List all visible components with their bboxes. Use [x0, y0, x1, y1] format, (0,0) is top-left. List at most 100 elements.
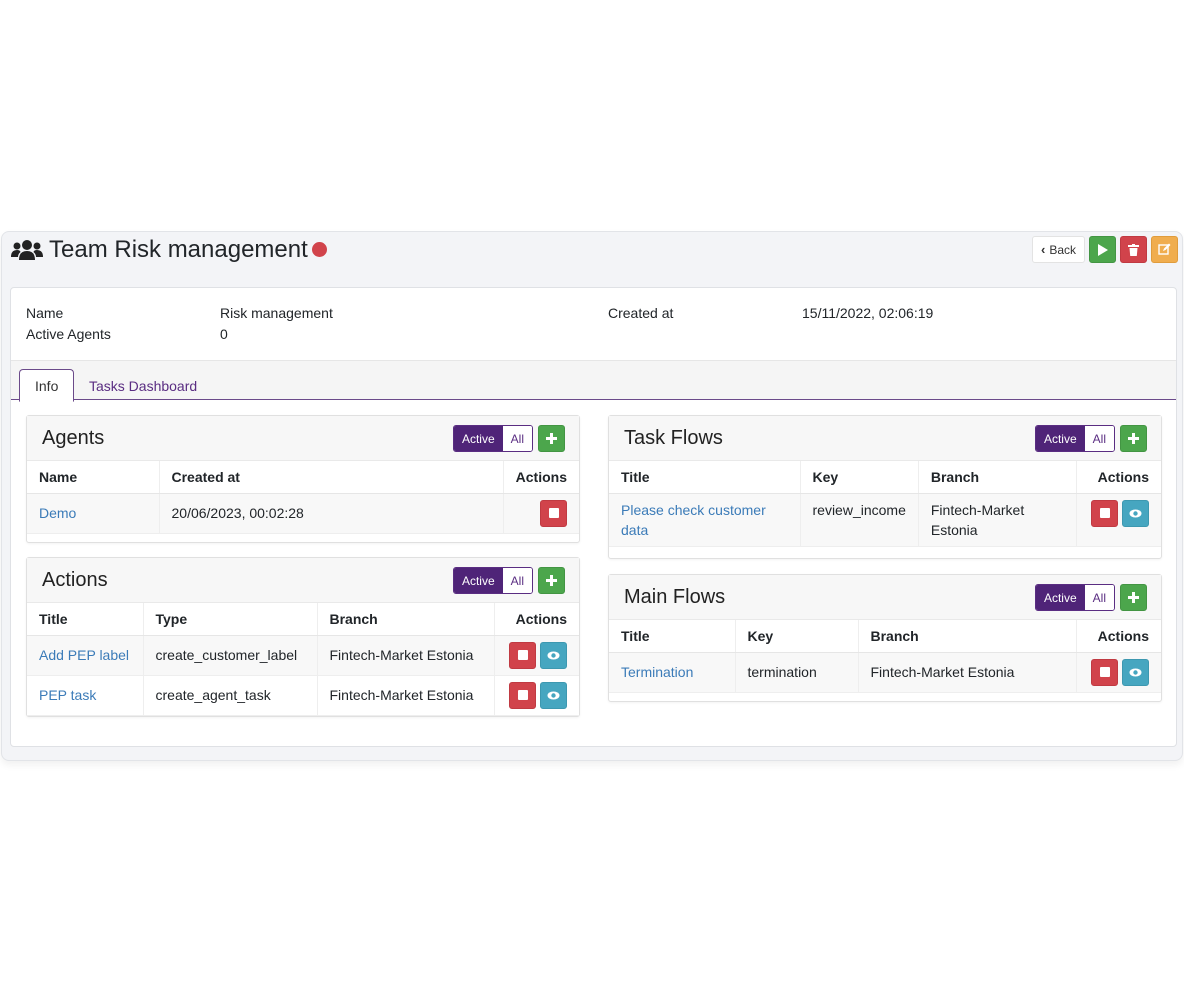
tab-tasks-dashboard[interactable]: Tasks Dashboard [74, 369, 212, 402]
task-flows-title: Task Flows [624, 427, 723, 449]
column-header: Created at [159, 461, 504, 494]
column-header: Branch [918, 461, 1077, 494]
main-flows-table: Title Key Branch Actions Termination ter… [609, 620, 1161, 693]
filter-all-button[interactable]: All [1084, 585, 1114, 610]
filter-active-button[interactable]: Active [453, 568, 503, 593]
column-header: Actions [1076, 461, 1161, 494]
team-icon [11, 240, 43, 260]
column-header: Actions [1076, 620, 1161, 653]
action-type: create_customer_label [143, 635, 318, 676]
tab-info[interactable]: Info [19, 369, 75, 402]
created-at-value: 15/11/2022, 02:06:19 [802, 305, 934, 321]
stop-button[interactable] [1091, 499, 1118, 527]
filter-active-button[interactable]: Active [1035, 585, 1085, 610]
main-flow-branch: Fintech-Market Estonia [858, 652, 1077, 693]
action-type: create_agent_task [143, 675, 318, 716]
tabs: Info Tasks Dashboard [11, 360, 1176, 402]
task-flow-key: review_income [800, 493, 919, 547]
stop-button[interactable] [509, 681, 536, 709]
column-header: Actions [494, 603, 579, 636]
actions-filter-toggle: Active All [452, 567, 533, 594]
filter-all-button[interactable]: All [502, 426, 532, 451]
filter-active-button[interactable]: Active [453, 426, 503, 451]
active-agents-label: Active Agents [26, 326, 111, 342]
add-agent-button[interactable] [538, 425, 565, 452]
stop-icon [548, 508, 559, 518]
actions-table: Title Type Branch Actions Add PEP label … [27, 603, 579, 716]
edit-button[interactable] [1151, 236, 1178, 263]
view-button[interactable] [1122, 499, 1149, 527]
eye-icon [547, 651, 560, 659]
stop-button[interactable] [1091, 658, 1118, 686]
filter-all-button[interactable]: All [502, 568, 532, 593]
action-branch: Fintech-Market Estonia [317, 675, 495, 716]
agents-filter-toggle: Active All [452, 425, 533, 452]
details-card: Name Risk management Active Agents 0 Cre… [10, 287, 1177, 747]
add-action-button[interactable] [538, 567, 565, 594]
plus-icon [1128, 592, 1139, 603]
view-button[interactable] [540, 681, 567, 709]
table-row: Demo 20/06/2023, 00:02:28 [27, 493, 579, 534]
column-header: Title [609, 620, 736, 653]
delete-button[interactable] [1120, 236, 1147, 263]
filter-all-button[interactable]: All [1084, 426, 1114, 451]
main-flows-card: Main Flows Active All Title Key Branch A… [608, 574, 1162, 702]
active-agents-value: 0 [220, 326, 228, 342]
page-title: Team Risk management [49, 236, 308, 263]
created-at-label: Created at [608, 305, 674, 321]
action-link[interactable]: PEP task [39, 687, 96, 703]
main-flow-link[interactable]: Termination [621, 664, 693, 680]
add-main-flow-button[interactable] [1120, 584, 1147, 611]
agents-card: Agents Active All Name Created at Action… [26, 415, 580, 543]
stop-icon [1099, 508, 1110, 518]
stop-icon [517, 650, 528, 660]
edit-icon [1158, 243, 1171, 255]
main-flow-key: termination [735, 652, 859, 693]
back-button[interactable]: ‹ Back [1031, 236, 1085, 263]
filter-active-button[interactable]: Active [1035, 426, 1085, 451]
column-header: Branch [317, 603, 495, 636]
stop-button[interactable] [509, 641, 536, 669]
task-flow-branch: Fintech-Market Estonia [918, 493, 1077, 547]
column-header: Actions [503, 461, 579, 494]
table-row: Please check customer data review_income… [609, 493, 1161, 547]
actions-title: Actions [42, 569, 108, 591]
chevron-left-icon: ‹ [1040, 242, 1046, 257]
column-header: Key [800, 461, 919, 494]
task-flows-table: Title Key Branch Actions Please check cu… [609, 461, 1161, 547]
team-info: Name Risk management Active Agents 0 Cre… [11, 288, 1176, 360]
stop-icon [517, 690, 528, 700]
column-header: Title [27, 603, 144, 636]
view-button[interactable] [540, 641, 567, 669]
actions-card: Actions Active All Title Type Branch Act… [26, 557, 580, 717]
action-branch: Fintech-Market Estonia [317, 635, 495, 676]
name-value: Risk management [220, 305, 333, 321]
trash-icon [1128, 243, 1139, 256]
stop-button[interactable] [540, 499, 567, 527]
back-label: Back [1049, 242, 1076, 257]
view-button[interactable] [1122, 658, 1149, 686]
name-label: Name [26, 305, 64, 321]
main-flows-title: Main Flows [624, 586, 726, 608]
status-indicator [312, 242, 327, 257]
column-header: Title [609, 461, 801, 494]
team-panel: Team Risk management ‹ Back Name Risk ma… [1, 231, 1183, 761]
task-flows-card: Task Flows Active All Title Key Branch A… [608, 415, 1162, 559]
agent-link[interactable]: Demo [39, 505, 76, 521]
task-flow-link[interactable]: Please check customer data [621, 502, 766, 538]
agents-table: Name Created at Actions Demo 20/06/2023,… [27, 461, 579, 534]
start-button[interactable] [1089, 236, 1116, 263]
main-flows-filter-toggle: Active All [1034, 584, 1115, 611]
add-task-flow-button[interactable] [1120, 425, 1147, 452]
column-header: Key [735, 620, 859, 653]
column-header: Type [143, 603, 318, 636]
eye-icon [1129, 509, 1142, 517]
page-header: Team Risk management ‹ Back [2, 232, 1182, 272]
plus-icon [546, 575, 557, 586]
table-row: PEP task create_agent_task Fintech-Marke… [27, 675, 579, 716]
column-header: Name [27, 461, 160, 494]
column-header: Branch [858, 620, 1077, 653]
action-link[interactable]: Add PEP label [39, 647, 129, 663]
play-icon [1098, 243, 1108, 256]
eye-icon [1129, 668, 1142, 676]
